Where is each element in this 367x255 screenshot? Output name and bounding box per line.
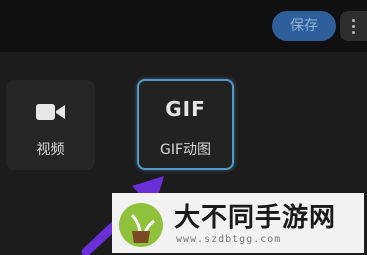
more-dot-icon xyxy=(352,19,355,22)
gif-icon: GIF xyxy=(165,97,206,121)
export-option-label: 视频 xyxy=(36,142,65,158)
watermark-url: www.szdbtgg.com xyxy=(176,234,282,245)
leaf-logo-icon xyxy=(119,203,163,247)
more-options-button[interactable] xyxy=(340,11,367,41)
export-option-label: GIF动图 xyxy=(159,142,212,158)
video-camera-icon xyxy=(36,104,65,120)
export-option-video[interactable]: 视频 xyxy=(6,80,95,170)
more-dot-icon xyxy=(352,25,355,28)
save-button[interactable]: 保存 xyxy=(272,11,336,41)
top-bar: 保存 xyxy=(0,0,367,52)
export-option-gif[interactable]: GIF GIF动图 xyxy=(137,79,234,170)
site-watermark: 大不同手游网 www.szdbtgg.com xyxy=(112,193,364,253)
more-dot-icon xyxy=(352,31,355,34)
watermark-title: 大不同手游网 xyxy=(174,203,337,233)
